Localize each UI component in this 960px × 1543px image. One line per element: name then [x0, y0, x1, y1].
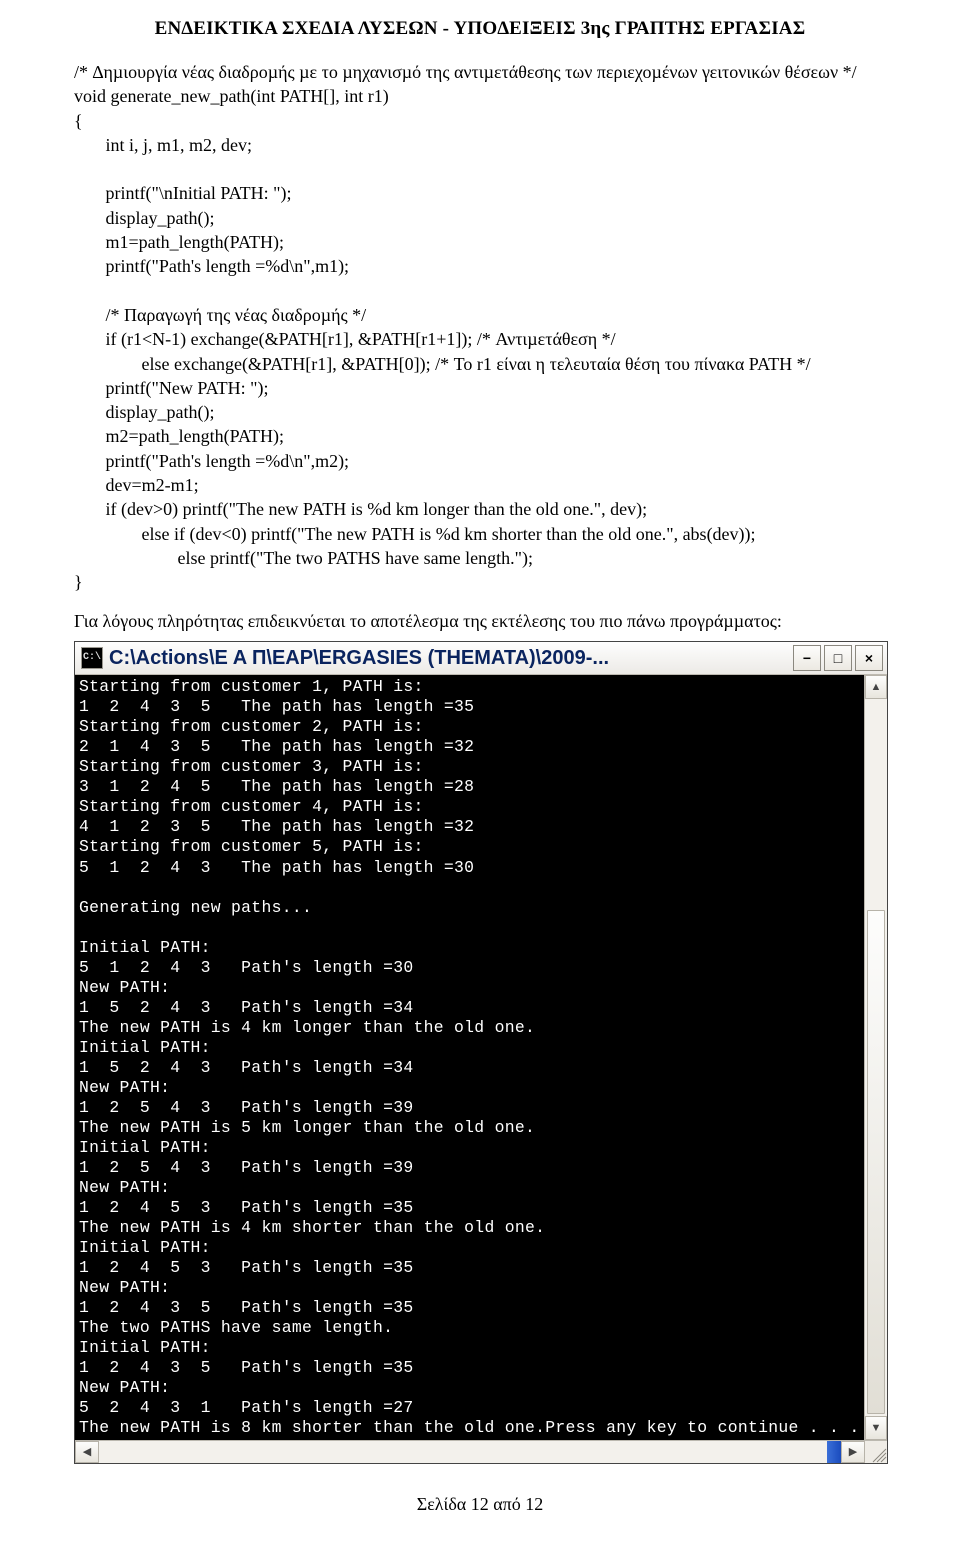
- scroll-thumb[interactable]: [867, 910, 885, 1414]
- scroll-down-button[interactable]: ▼: [865, 1416, 887, 1440]
- maximize-button[interactable]: □: [824, 645, 852, 671]
- window-title: C:\Actions\E A Π\EAP\ERGASIES (THEMATA)\…: [109, 647, 793, 670]
- terminal-body: Starting from customer 1, PATH is: 1 2 4…: [75, 675, 887, 1440]
- terminal-window: C:\ C:\Actions\E A Π\EAP\ERGASIES (THEMA…: [74, 641, 888, 1464]
- terminal-icon: C:\: [81, 647, 103, 669]
- narrative-text: Για λόγους πληρότητας επιδεικνύεται το α…: [74, 609, 886, 634]
- horizontal-scrollbar[interactable]: ◀ ▶: [75, 1440, 887, 1463]
- titlebar: C:\ C:\Actions\E A Π\EAP\ERGASIES (THEMA…: [75, 642, 887, 675]
- window-buttons: − □ ×: [793, 645, 883, 671]
- page-title: ΕΝ∆ΕΙΚΤΙΚΑ ΣΧΕ∆ΙΑ ΛΥΣΕΩΝ - ΥΠΟ∆ΕΙΞΕΙΣ 3η…: [74, 18, 886, 40]
- scroll-right-button[interactable]: ▶: [841, 1441, 865, 1463]
- code-listing: /* ∆ηµιουργία νέας διαδροµής µε το µηχαν…: [74, 60, 886, 595]
- minimize-button[interactable]: −: [793, 645, 821, 671]
- terminal-icon-text: C:\: [83, 653, 101, 663]
- scroll-left-button[interactable]: ◀: [75, 1441, 99, 1463]
- close-button[interactable]: ×: [855, 645, 883, 671]
- hscroll-accent: [827, 1441, 841, 1463]
- resize-grip-icon[interactable]: [865, 1441, 887, 1463]
- scroll-up-button[interactable]: ▲: [865, 675, 887, 699]
- scroll-track[interactable]: [865, 699, 887, 1416]
- vertical-scrollbar[interactable]: ▲ ▼: [864, 675, 887, 1440]
- terminal-output: Starting from customer 1, PATH is: 1 2 4…: [75, 675, 864, 1440]
- page-footer: Σελίδα 12 από 12: [74, 1494, 886, 1515]
- hscroll-track[interactable]: [99, 1441, 841, 1463]
